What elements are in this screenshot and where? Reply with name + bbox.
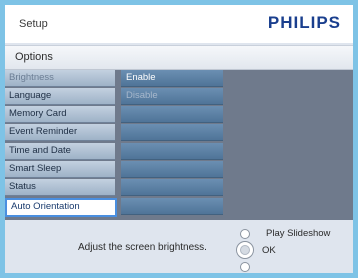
sub-item-empty (121, 179, 223, 196)
options-label: Options (15, 51, 53, 63)
photo-frame-screen: Setup PHILIPS Options Brightness Languag… (5, 5, 353, 273)
brand-logo: PHILIPS (267, 13, 341, 32)
menu-item-memory-card[interactable]: Memory Card (5, 106, 115, 123)
menu-item-brightness[interactable]: Brightness (5, 70, 115, 87)
sub-item-empty (121, 124, 223, 141)
sub-item-empty (121, 143, 223, 160)
sub-menu: Enable Disable (121, 70, 223, 220)
footer-bar: Adjust the screen brightness. Play Slide… (5, 220, 353, 273)
menu-item-event-reminder[interactable]: Event Reminder (5, 124, 115, 141)
help-text: Adjust the screen brightness. (78, 242, 207, 253)
menu-item-language[interactable]: Language (5, 88, 115, 105)
nav-up-button-icon[interactable] (240, 229, 250, 239)
menu-item-auto-orientation[interactable]: Auto Orientation (5, 198, 117, 217)
header-bar: Setup PHILIPS (5, 5, 353, 43)
play-slideshow-label: Play Slideshow (266, 228, 331, 239)
sub-item-empty (121, 106, 223, 123)
menu-item-smart-sleep[interactable]: Smart Sleep (5, 161, 115, 178)
main-menu: Brightness Language Memory Card Event Re… (5, 70, 118, 220)
options-bar: Options (5, 45, 353, 70)
sub-item-disable[interactable]: Disable (121, 88, 223, 105)
nav-ok-button-icon[interactable] (236, 241, 254, 259)
sub-item-empty (121, 198, 223, 215)
page-title: Setup (19, 18, 48, 30)
menu-item-time-and-date[interactable]: Time and Date (5, 143, 115, 160)
ok-label: OK (262, 245, 276, 256)
sub-item-enable[interactable]: Enable (121, 70, 223, 87)
nav-down-button-icon[interactable] (240, 262, 250, 272)
menu-item-status[interactable]: Status (5, 179, 115, 196)
settings-panel: Brightness Language Memory Card Event Re… (5, 70, 353, 220)
sub-item-empty (121, 161, 223, 178)
